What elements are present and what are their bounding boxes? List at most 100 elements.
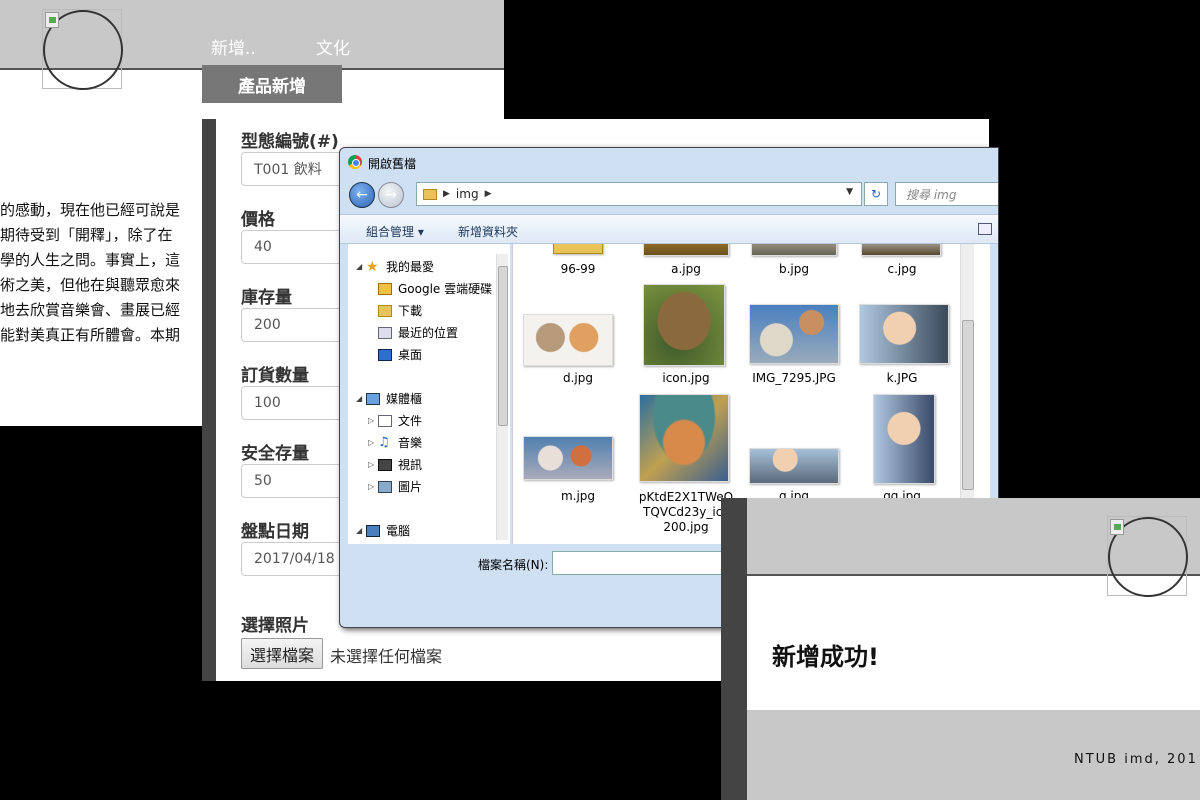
file-item[interactable]: m.jpg [523, 394, 633, 502]
site-header [747, 498, 1200, 597]
image-thumbnail [639, 394, 729, 482]
image-thumbnail [643, 284, 725, 366]
desktop-icon [378, 348, 392, 361]
price-label: 價格 [241, 210, 275, 230]
tree-item-recent-places[interactable]: 最近的位置 [378, 324, 458, 341]
file-item[interactable]: icon.jpg [631, 284, 741, 384]
tree-item-libraries[interactable]: ◢ 媒體櫃 [356, 390, 422, 407]
star-icon: ★ [366, 258, 379, 275]
collapse-arrow-icon[interactable]: ◢ [356, 262, 366, 271]
file-item[interactable]: q.jpg [739, 394, 849, 502]
chrome-icon [348, 155, 362, 169]
collapse-arrow-icon[interactable]: ◢ [356, 394, 366, 403]
chevron-right-icon[interactable]: ▶ [443, 189, 450, 199]
search-input[interactable]: 搜尋 img [895, 182, 998, 206]
file-item[interactable]: b.jpg [739, 244, 849, 284]
refresh-icon: ↻ [870, 187, 882, 201]
success-page: 新增成功! NTUB imd, 201 [721, 498, 1200, 800]
scrollbar-thumb[interactable] [962, 320, 974, 490]
article-line: 的感動，現在他已經可說是 [0, 201, 181, 219]
expand-arrow-icon[interactable]: ▷ [368, 416, 378, 425]
address-segment[interactable]: img [456, 187, 479, 201]
success-message: 新增成功! [772, 643, 879, 671]
library-icon [366, 392, 380, 405]
photo-label: 選擇照片 [241, 616, 309, 636]
expand-arrow-icon[interactable]: ▷ [368, 438, 378, 447]
music-icon: ♫ [378, 434, 390, 450]
file-item[interactable]: a.jpg [631, 244, 741, 284]
tree-item-label: Google 雲端硬碟 [398, 282, 493, 296]
file-name: m.jpg [560, 489, 596, 503]
tree-item-desktop[interactable]: 桌面 [378, 346, 422, 363]
tree-item-videos[interactable]: ▷ 視訊 [368, 456, 422, 473]
file-name: k.JPG [886, 371, 918, 385]
file-item[interactable]: k.JPG [847, 284, 957, 384]
site-header: 新增.. 文化 [0, 0, 504, 90]
file-name: 96-99 [560, 262, 596, 276]
file-item[interactable]: d.jpg [523, 284, 633, 384]
type-id-label: 型態編號(#) [241, 132, 339, 152]
folder-icon [553, 244, 603, 254]
view-options-icon[interactable] [978, 223, 992, 235]
nav-pane-scrollbar[interactable] [496, 254, 508, 540]
tree-item-pictures[interactable]: ▷ 圖片 [368, 478, 422, 495]
file-name: d.jpg [563, 371, 593, 385]
image-thumbnail [859, 304, 949, 364]
file-item[interactable]: c.jpg [847, 244, 957, 284]
expand-arrow-icon[interactable]: ▷ [368, 482, 378, 491]
expand-arrow-icon[interactable]: ▷ [368, 460, 378, 469]
tree-item-music[interactable]: ▷ ♫ 音樂 [368, 434, 422, 451]
file-item-folder[interactable]: 96-99 [523, 244, 633, 284]
tree-item-documents[interactable]: ▷ 文件 [368, 412, 422, 429]
article-line: 地去欣賞音樂會、畫展已經 [0, 301, 181, 319]
tree-item-label: 我的最愛 [386, 260, 435, 274]
file-item[interactable]: IMG_7295.JPG [739, 284, 849, 384]
broken-image-icon [1110, 519, 1124, 535]
tree-item-favorites[interactable]: ◢ ★ 我的最愛 [356, 258, 434, 275]
choose-file-button[interactable]: 選擇檔案 [241, 638, 324, 669]
article-line: 期待受到「開釋」，除了在 [0, 226, 173, 244]
image-thumbnail [749, 304, 839, 364]
filename-label: 檔案名稱(N): [478, 558, 549, 572]
folder-icon [423, 188, 437, 200]
pictures-icon [378, 480, 392, 493]
navigation-pane: ◢ ★ 我的最愛 Google 雲端硬碟 下載 最近的位置 桌面 ◢ 媒體櫃 ▷ [348, 244, 510, 544]
dialog-title: 開啟舊檔 [368, 157, 417, 171]
computer-icon [366, 524, 380, 537]
tree-item-label: 電腦 [386, 524, 411, 538]
tree-item-label: 文件 [398, 414, 423, 428]
file-name: a.jpg [671, 262, 701, 276]
collapse-arrow-icon[interactable]: ◢ [356, 526, 366, 535]
order-qty-label: 訂貨數量 [241, 366, 309, 386]
image-thumbnail [751, 244, 837, 256]
organize-button[interactable]: 組合管理 ▾ [366, 223, 424, 240]
inventory-date-label: 盤點日期 [241, 522, 309, 542]
video-icon [378, 458, 392, 471]
chevron-down-icon[interactable]: ▼ [846, 187, 853, 197]
refresh-button[interactable]: ↻ [864, 182, 888, 206]
forward-button[interactable]: → [378, 182, 404, 208]
tree-item-label: 下載 [398, 304, 423, 318]
drive-folder-icon [378, 282, 392, 295]
dropdown-item-product-new[interactable]: 產品新增 [202, 65, 342, 103]
site-logo[interactable] [1107, 516, 1188, 597]
tree-item-computer[interactable]: ◢ 電腦 [356, 522, 410, 539]
broken-image-icon [45, 12, 59, 28]
document-icon [378, 414, 392, 427]
file-name: c.jpg [887, 262, 917, 276]
file-status-text: 未選擇任何檔案 [330, 647, 443, 666]
footer-text: NTUB imd, 201 [1074, 752, 1198, 767]
tree-item-google-drive[interactable]: Google 雲端硬碟 [378, 280, 492, 297]
image-thumbnail [523, 314, 613, 366]
scrollbar-thumb[interactable] [498, 266, 508, 426]
nav-culture[interactable]: 文化 [316, 34, 350, 59]
back-button[interactable]: ← [349, 182, 375, 208]
file-item[interactable]: qq.jpg [847, 394, 957, 502]
dialog-toolbar: 組合管理 ▾ 新增資料夾 [340, 214, 998, 244]
site-logo[interactable] [42, 9, 123, 90]
address-bar[interactable]: ▶ img ▶ ▼ [416, 182, 862, 206]
chevron-right-icon[interactable]: ▶ [485, 189, 492, 199]
new-folder-button[interactable]: 新增資料夾 [458, 223, 518, 240]
tree-item-downloads[interactable]: 下載 [378, 302, 422, 319]
nav-new-menu[interactable]: 新增.. [211, 34, 256, 59]
